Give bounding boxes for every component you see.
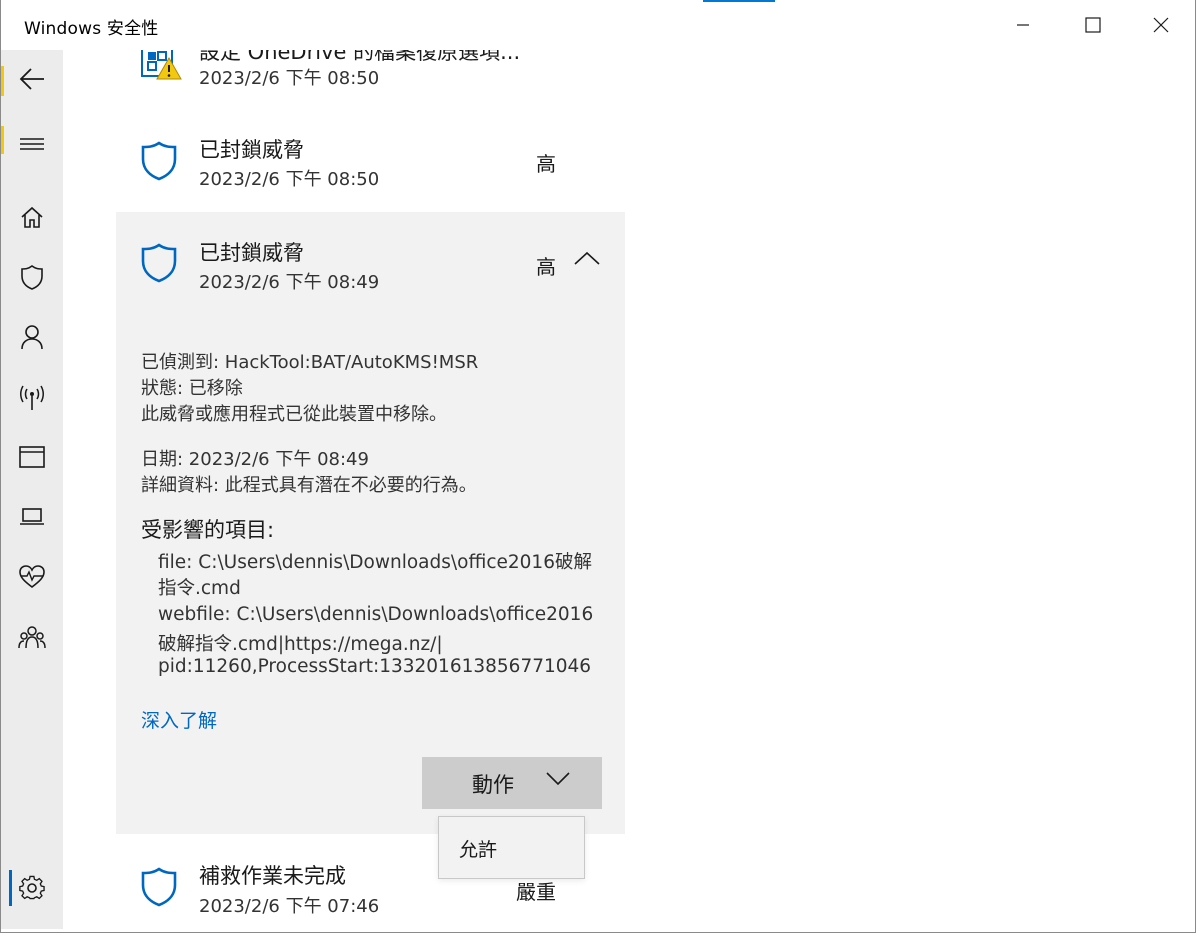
title-accent-line [703, 0, 775, 2]
antenna-icon [19, 385, 44, 410]
sidebar-item-account-protection[interactable] [0, 310, 63, 364]
shield-icon [20, 265, 43, 290]
history-item-onedrive[interactable]: 設定 OneDrive 的檔案復原選項... 2023/2/6 下午 08:50 [116, 50, 626, 89]
actions-dropdown-menu: 允許 [438, 816, 585, 879]
detected-threat: 已偵測到: HackTool:BAT/AutoKMS!MSR [141, 352, 479, 373]
actions-dropdown-button[interactable]: 動作 [422, 757, 602, 809]
history-item-date: 2023/2/6 下午 08:50 [199, 68, 380, 89]
window-title: Windows 安全性 [24, 19, 159, 39]
history-item-date: 2023/2/6 下午 08:50 [199, 169, 380, 190]
sidebar-item-app-browser-control[interactable] [0, 430, 63, 484]
navigation-sidebar [0, 50, 63, 929]
history-item-title: 已封鎖威脅 [199, 241, 304, 265]
severity-label: 高 [536, 255, 556, 279]
back-button[interactable] [0, 52, 63, 106]
close-icon [1153, 17, 1169, 33]
history-item-title: 補救作業未完成 [199, 864, 346, 888]
menu-button[interactable] [0, 117, 63, 171]
settings-selected-marker [9, 870, 12, 906]
sidebar-item-device-performance[interactable] [0, 550, 63, 604]
learn-more-link[interactable]: 深入了解 [141, 706, 217, 733]
collapse-button[interactable] [574, 250, 608, 274]
sidebar-item-family-options[interactable] [0, 610, 63, 664]
shield-icon [141, 141, 177, 181]
family-icon [17, 626, 46, 649]
history-item-date: 2023/2/6 下午 08:49 [199, 272, 380, 293]
history-item-blocked-1[interactable]: 已封鎖威脅 2023/2/6 下午 08:50 高 [116, 130, 626, 192]
title-bar: Windows 安全性 [0, 0, 1196, 50]
sidebar-item-device-security[interactable] [0, 490, 63, 544]
chevron-down-icon [546, 772, 570, 786]
maximize-button[interactable] [1058, 0, 1128, 50]
shield-icon [141, 867, 177, 907]
affected-item-line: file: C:\Users\dennis\Downloads\office20… [158, 552, 592, 573]
protection-history-list: 設定 OneDrive 的檔案復原選項... 2023/2/6 下午 08:50… [63, 50, 1194, 929]
affected-item-line: pid:11260,ProcessStart:13320161385677104… [158, 656, 592, 677]
affected-item-line: 指令.cmd [158, 578, 241, 599]
shield-icon [141, 243, 177, 283]
gear-icon [18, 875, 45, 900]
back-arrow-icon [19, 68, 44, 90]
maximize-icon [1085, 17, 1101, 33]
onedrive-folder-warning-icon [141, 50, 182, 80]
actions-label: 動作 [472, 773, 514, 797]
sidebar-item-virus-protection[interactable] [0, 250, 63, 304]
severity-label: 嚴重 [516, 880, 556, 904]
laptop-icon [19, 508, 44, 525]
history-item-blocked-2-expanded: 已封鎖威脅 2023/2/6 下午 08:49 高 已偵測到: HackTool… [116, 212, 625, 834]
history-item-title: 已封鎖威脅 [199, 138, 304, 162]
affected-item-line: webfile: C:\Users\dennis\Downloads\offic… [158, 604, 594, 625]
threat-status: 狀態: 已移除 [141, 378, 243, 399]
chevron-up-icon [574, 251, 600, 265]
affected-items-heading: 受影響的項目: [141, 518, 275, 542]
threat-details: 詳細資料: 此程式具有潛在不必要的行為。 [141, 475, 477, 496]
browser-window-icon [18, 446, 45, 468]
affected-item-line: 破解指令.cmd|https://mega.nz/| [158, 634, 443, 655]
home-icon [20, 206, 43, 228]
severity-label: 高 [536, 152, 556, 176]
minimize-icon [1017, 24, 1029, 26]
sidebar-item-firewall[interactable] [0, 370, 63, 424]
hamburger-icon [19, 138, 44, 150]
allow-menu-item[interactable]: 允許 [459, 835, 497, 862]
sidebar-item-home[interactable] [0, 190, 63, 244]
threat-date: 日期: 2023/2/6 下午 08:49 [141, 449, 369, 470]
threat-status-description: 此威脅或應用程式已從此裝置中移除。 [141, 404, 447, 425]
heart-pulse-icon [18, 565, 45, 589]
person-icon [20, 325, 43, 350]
minimize-button[interactable] [988, 0, 1058, 50]
history-item-date: 2023/2/6 下午 07:46 [199, 896, 380, 917]
close-button[interactable] [1126, 0, 1196, 50]
